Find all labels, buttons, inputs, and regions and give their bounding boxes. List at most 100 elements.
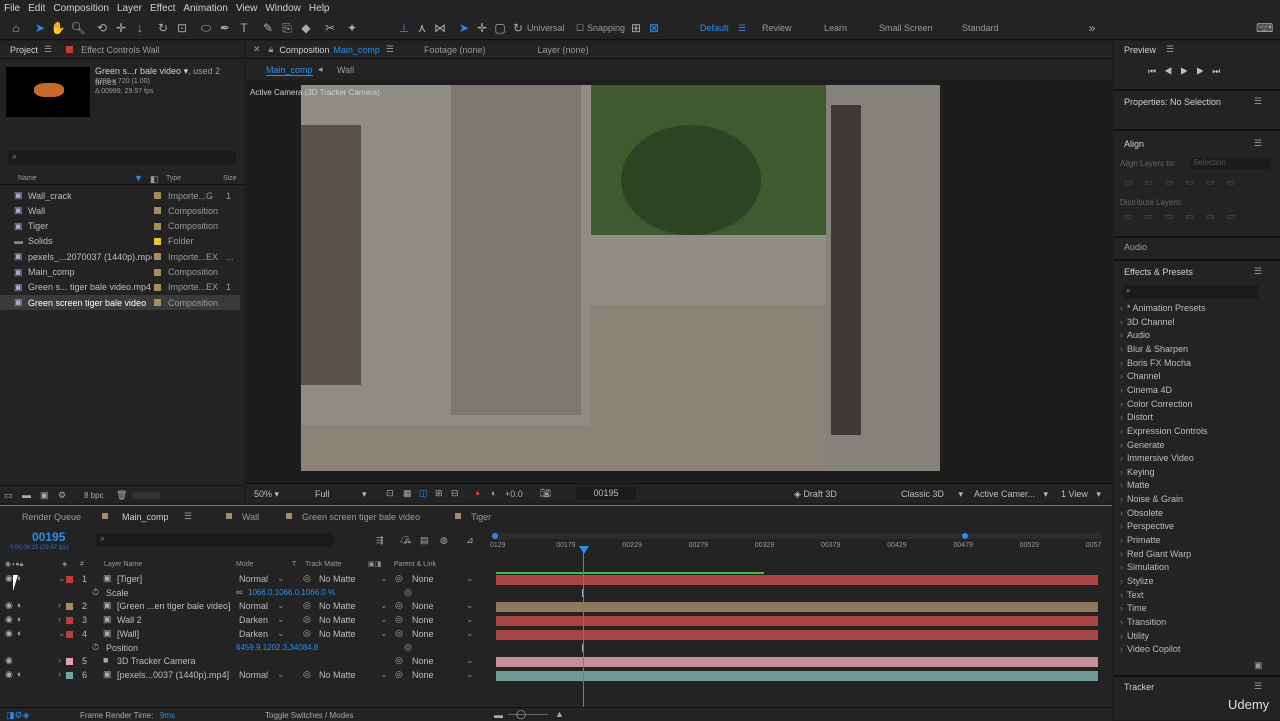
effects-category[interactable]: › Expression Controls <box>1120 426 1208 436</box>
tab-project[interactable]: Project <box>10 45 38 55</box>
project-item[interactable]: ▣ Main_comp Composition <box>0 265 240 280</box>
expand-arrow-icon[interactable]: ⌄ <box>58 573 66 584</box>
play-icon[interactable]: ▶ <box>1180 66 1196 76</box>
work-area-bar[interactable] <box>492 533 1102 539</box>
label-col-icon[interactable]: ◧ <box>150 174 159 185</box>
expand-arrow-icon[interactable]: › <box>58 655 61 665</box>
timeline-tab[interactable]: Main_comp <box>122 512 169 522</box>
stopwatch-icon[interactable]: ⏱ <box>92 642 99 653</box>
property-value[interactable]: 6459.9,1202.3,34084.8 <box>236 643 318 652</box>
layer-name[interactable]: [pexels...0037 (1440p).mp4] <box>117 670 229 680</box>
parent-arrow-icon[interactable]: ⌄ <box>466 655 474 666</box>
timeline-tab-menu-icon[interactable]: ☰ <box>184 511 192 522</box>
parent-dropdown[interactable]: None <box>412 629 434 639</box>
playhead-line[interactable] <box>583 551 584 711</box>
effects-category[interactable]: › Matte <box>1120 480 1150 490</box>
layer-tab[interactable]: Layer (none) <box>538 45 589 55</box>
matte-arrow-icon[interactable]: ⌄ <box>380 628 388 639</box>
work-area-end[interactable] <box>962 533 968 539</box>
mode-dropdown[interactable]: Normal <box>239 601 268 611</box>
effects-category[interactable]: › Simulation <box>1120 562 1169 572</box>
menu-window[interactable]: Window <box>261 3 305 14</box>
effects-menu-icon[interactable]: ☰ <box>1254 266 1262 277</box>
timeline-search-input[interactable]: ⌕ <box>96 533 334 547</box>
property-row[interactable]: ⏱ Scale ∞ 1066.0,1066.0,1066.0 % ◎ <box>0 587 490 601</box>
mode-arrow-icon[interactable]: ⌄ <box>277 614 285 625</box>
resolution-dropdown[interactable]: Full ▾ <box>315 489 367 500</box>
label-color-swatch[interactable] <box>154 283 161 291</box>
layer-duration-bar[interactable] <box>496 657 1098 668</box>
dolly-tool-icon[interactable]: ↓ <box>132 20 148 36</box>
interpret-footage-icon[interactable]: ▭ <box>4 490 13 501</box>
shape-tool-icon[interactable]: ⬭ <box>198 20 214 36</box>
view-dropdown[interactable]: Active Camer... ▾ <box>974 489 1048 500</box>
menu-animation[interactable]: Animation <box>179 3 231 14</box>
selection-tool-icon[interactable]: ➤ <box>32 20 48 36</box>
parent-arrow-icon[interactable]: ⌄ <box>466 628 474 639</box>
project-item[interactable]: ▣ Wall Composition <box>0 203 240 218</box>
parent-dropdown[interactable]: None <box>412 601 434 611</box>
mode-dropdown[interactable]: Darken <box>239 629 268 639</box>
effects-category[interactable]: › Transition <box>1120 617 1166 627</box>
effects-category[interactable]: › Audio <box>1120 330 1150 340</box>
pickwhip-icon[interactable]: ◎ <box>395 628 403 639</box>
track-matte-dropdown[interactable]: No Matte <box>319 574 356 584</box>
layer-row[interactable]: ◉ ◖ ⌄ 4 ▣ [Wall] Darken ⌄ ◎ No Matte ⌄ ◎ None ⌄ <box>0 628 490 642</box>
menu-effect[interactable]: Effect <box>146 3 179 14</box>
effects-category[interactable]: › Immersive Video <box>1120 453 1194 463</box>
axis-world-icon[interactable]: ⋏ <box>414 20 430 36</box>
col-parent[interactable]: Parent & Link <box>394 561 436 568</box>
menu-edit[interactable]: Edit <box>24 3 49 14</box>
mode-arrow-icon[interactable]: ⌄ <box>277 573 285 584</box>
new-comp-icon[interactable]: ▣ <box>40 490 49 501</box>
zoom-slider[interactable] <box>508 714 548 715</box>
project-menu-icon[interactable]: ☰ <box>44 44 52 55</box>
pen-tool-icon[interactable]: ✒ <box>217 20 233 36</box>
mode-dropdown[interactable]: Normal <box>239 670 268 680</box>
audio-icon[interactable]: ◖ <box>16 669 21 679</box>
project-item[interactable]: ▬ Solids Folder <box>0 234 240 249</box>
snap-grid-icon[interactable]: ⊞ <box>628 20 644 36</box>
workspace-default[interactable]: Default <box>700 23 729 33</box>
menu-help[interactable]: Help <box>305 3 334 14</box>
close-tab-icon[interactable]: ✕ <box>253 44 261 55</box>
grid-icon[interactable]: ⊞ <box>435 488 443 499</box>
project-search-input[interactable]: ⌕ <box>8 151 236 165</box>
home-icon[interactable]: ⌂ <box>8 20 24 36</box>
label-color-swatch[interactable] <box>154 207 161 215</box>
layer-name[interactable]: [Tiger] <box>117 574 142 584</box>
expand-arrow-icon[interactable]: › <box>58 669 61 679</box>
visibility-eye-icon[interactable]: ◉ <box>5 573 13 584</box>
expression-pickwhip-icon[interactable]: ◎ <box>404 642 412 653</box>
mask-visibility-icon[interactable]: ◫ <box>419 488 428 499</box>
parent-dropdown[interactable]: None <box>412 574 434 584</box>
layer-row[interactable]: ◉ ◖ › 2 ▣ [Green ...en tiger bale video] Norma… <box>0 600 490 614</box>
parent-arrow-icon[interactable]: ⌄ <box>466 669 474 680</box>
effects-category[interactable]: › Obsolete <box>1120 508 1163 518</box>
pickwhip-icon[interactable]: ◎ <box>395 614 403 625</box>
pickwhip-icon[interactable]: ◎ <box>395 600 403 611</box>
effects-category[interactable]: › Keying <box>1120 467 1155 477</box>
project-item[interactable]: ▣ Wall_crack Importe...G 1 <box>0 188 240 203</box>
anchor-tool-icon[interactable]: ⊡ <box>174 20 190 36</box>
layer-label-swatch[interactable] <box>66 603 73 611</box>
render-toggle-icons[interactable]: ◨⚙◈ <box>6 710 30 721</box>
effects-category[interactable]: › Video Copilot <box>1120 644 1180 654</box>
effects-category[interactable]: › Time <box>1120 603 1147 613</box>
col-track-matte[interactable]: Track Matte <box>305 561 342 568</box>
timeline-tab[interactable]: Wall <box>242 512 259 522</box>
new-bin-icon[interactable]: ▣ <box>1254 660 1263 671</box>
track-matte-dropdown[interactable]: No Matte <box>319 615 356 625</box>
effects-category[interactable]: › 3D Channel <box>1120 317 1175 327</box>
layer-duration-bar[interactable] <box>496 616 1098 627</box>
expand-arrow-icon[interactable]: › <box>58 600 61 610</box>
snapshot-icon[interactable]: 📷︎ <box>540 488 551 499</box>
layer-label-swatch[interactable] <box>66 617 73 625</box>
timeline-tab[interactable]: Green screen tiger bale video <box>302 512 420 522</box>
visibility-eye-icon[interactable]: ◉ <box>5 655 13 666</box>
parent-dropdown[interactable]: None <box>412 670 434 680</box>
col-layer-name[interactable]: Layer Name <box>104 561 142 568</box>
matte-icon[interactable]: ◎ <box>303 628 311 639</box>
zoom-dropdown[interactable]: 50% ▾ <box>254 489 279 500</box>
last-frame-icon[interactable]: ⏭ <box>1212 66 1228 76</box>
